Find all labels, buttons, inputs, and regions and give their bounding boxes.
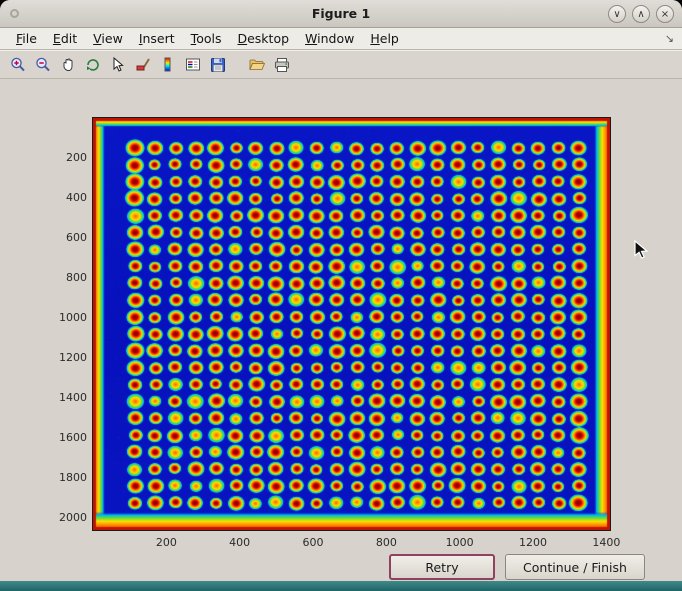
pan-hand-icon [59,56,77,74]
menu-item-desktop[interactable]: Desktop [229,28,297,49]
toolbar-separator [230,64,244,65]
menu-item-edit[interactable]: Edit [45,28,85,49]
brush-button[interactable] [130,52,155,77]
menu-item-tools[interactable]: Tools [183,28,230,49]
printer-icon [273,56,291,74]
zoom-out-icon [34,56,52,74]
insert-legend-icon [184,56,202,74]
x-tick-label: 600 [283,536,343,549]
zoom-in-button[interactable] [5,52,30,77]
y-tick-label: 200 [33,151,87,164]
pan-button[interactable] [55,52,80,77]
menu-item-window[interactable]: Window [297,28,362,49]
data-cursor-icon [109,56,127,74]
figure-canvas-area: 200 400 600 800 1000 1200 1400 1600 1800 2000 200… [0,79,682,580]
x-tick-label: 1000 [430,536,490,549]
y-tick-label: 1000 [33,311,87,324]
x-tick-label: 1400 [576,536,636,549]
dock-arrow-icon[interactable]: ↘ [665,32,674,45]
desktop: Figure 1 ∨ ∧ × FileEditViewInsertToolsDe… [0,0,682,591]
menu-item-help[interactable]: Help [362,28,407,49]
window-menu-icon[interactable] [10,9,19,18]
y-tick-label: 1600 [33,431,87,444]
zoom-in-icon [9,56,27,74]
open-file-button[interactable] [244,52,269,77]
figure-window: Figure 1 ∨ ∧ × FileEditViewInsertToolsDe… [0,0,682,581]
y-tick-label: 2000 [33,511,87,524]
y-tick-label: 1400 [33,391,87,404]
insert-colorbar-button[interactable] [155,52,180,77]
microarray-image[interactable] [93,118,610,530]
x-tick-label: 400 [210,536,270,549]
insert-colorbar-icon [159,56,177,74]
toolbar [0,50,682,79]
x-tick-label: 800 [356,536,416,549]
x-tick-label: 200 [136,536,196,549]
minimize-button[interactable]: ∨ [608,5,626,23]
retry-button[interactable]: Retry [389,554,495,580]
window-controls: ∨ ∧ × [608,5,674,23]
menu-bar: FileEditViewInsertToolsDesktopWindowHelp… [0,28,682,50]
menu-item-file[interactable]: File [8,28,45,49]
titlebar[interactable]: Figure 1 ∨ ∧ × [0,0,682,28]
save-icon [209,56,227,74]
y-tick-label: 600 [33,231,87,244]
print-figure-button[interactable] [269,52,294,77]
insert-legend-button[interactable] [180,52,205,77]
save-figure-button[interactable] [205,52,230,77]
x-tick-label: 1200 [503,536,563,549]
brush-icon [134,56,152,74]
menu-item-view[interactable]: View [85,28,131,49]
data-cursor-button[interactable] [105,52,130,77]
open-folder-icon [248,56,266,74]
continue-finish-button[interactable]: Continue / Finish [505,554,645,580]
y-tick-label: 1800 [33,471,87,484]
y-tick-label: 1200 [33,351,87,364]
maximize-button[interactable]: ∧ [632,5,650,23]
zoom-out-button[interactable] [30,52,55,77]
rotate-3d-button[interactable] [80,52,105,77]
close-button[interactable]: × [656,5,674,23]
menu-item-insert[interactable]: Insert [131,28,183,49]
taskbar [0,581,682,591]
y-tick-label: 800 [33,271,87,284]
mouse-cursor [634,240,649,260]
rotate-3d-icon [84,56,102,74]
menu-items: FileEditViewInsertToolsDesktopWindowHelp [8,28,407,49]
y-tick-label: 400 [33,191,87,204]
window-title: Figure 1 [0,6,682,21]
